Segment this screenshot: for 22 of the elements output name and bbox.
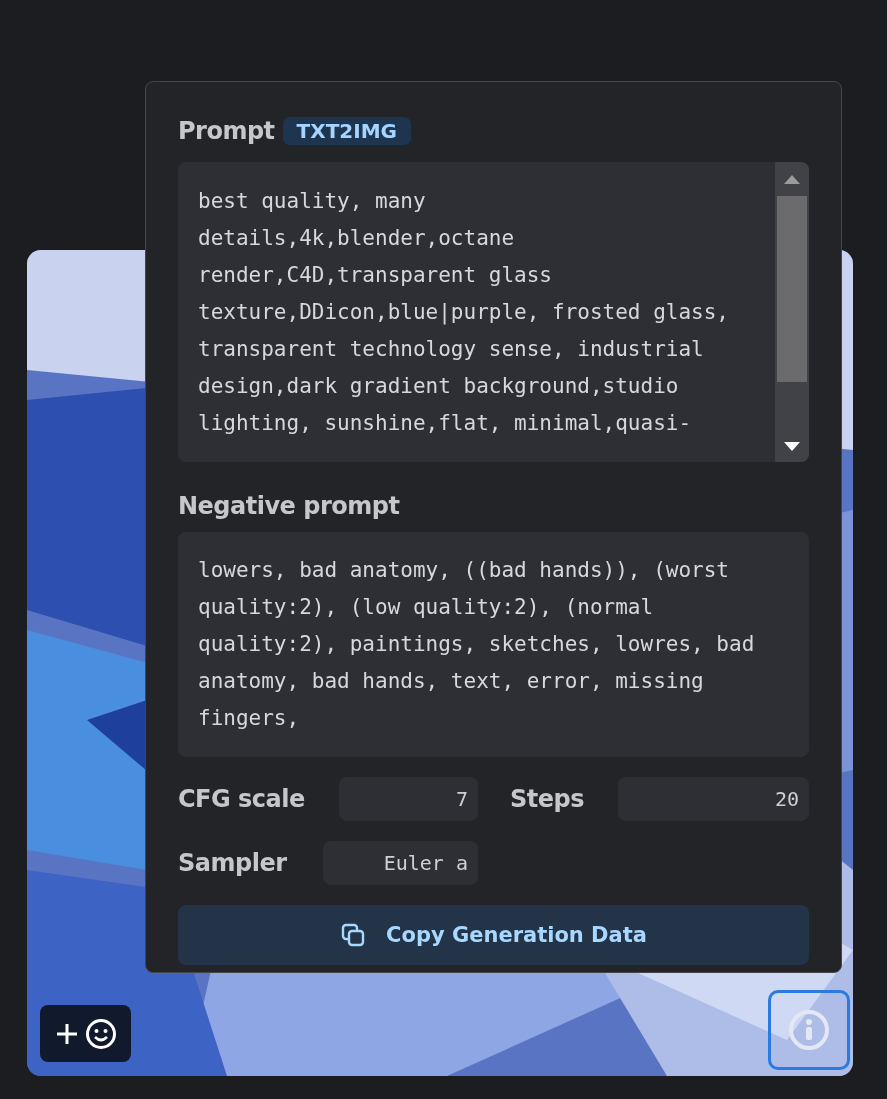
plus-icon (54, 1021, 79, 1046)
param-label: Sampler (178, 849, 287, 877)
prompt-label: Prompt (178, 117, 275, 145)
scroll-up-icon[interactable] (784, 174, 800, 184)
scroll-thumb[interactable] (777, 196, 807, 382)
smiley-icon (84, 1017, 117, 1050)
negative-prompt-field[interactable]: lowers, bad anatomy, ((bad hands)), (worst quality:2), (low quality:2), (normal quality:2), paintings, sketches, lowres, bad anatomy, bad hands, text, error, missing fingers, (178, 532, 809, 757)
param-label: CFG scale (178, 785, 305, 813)
info-button[interactable] (768, 990, 850, 1070)
info-icon (787, 1008, 831, 1052)
param-field[interactable]: 7 (339, 777, 478, 821)
param-label: Steps (510, 785, 584, 813)
mode-badge: TXT2IMG (282, 117, 411, 145)
scrollbar[interactable] (775, 162, 809, 462)
copy-button[interactable]: Copy Generation Data (178, 905, 809, 965)
prompt-field[interactable]: best quality, many details,4k,blender,octane render,C4D,transparent glass texture,DDicon,blue|purple, frosted glass, transparent technology sense, industrial design,dark gradient background,studio lighting, sunshine,flat, minimal,quasi- (178, 162, 809, 462)
param-field[interactable]: Euler a (323, 841, 478, 885)
scroll-down-icon[interactable] (784, 442, 800, 452)
copy-icon (340, 922, 367, 948)
param-field[interactable]: 20 (618, 777, 809, 821)
reaction-button[interactable] (40, 1005, 131, 1062)
negative-prompt-label: Negative prompt (178, 492, 401, 520)
